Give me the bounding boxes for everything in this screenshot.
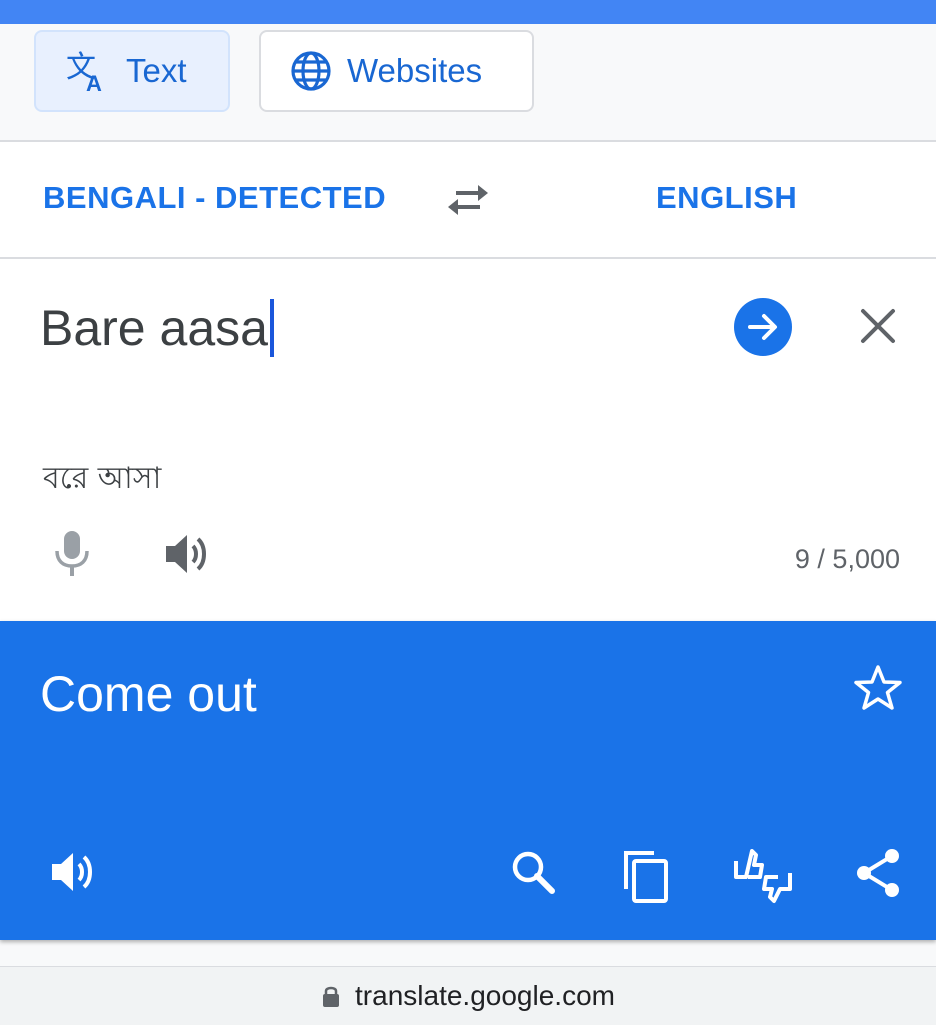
translate-go-button[interactable]	[734, 298, 792, 356]
swap-icon	[448, 185, 488, 215]
browser-url-bar[interactable]: translate.google.com	[0, 966, 936, 1025]
speaker-icon	[52, 853, 92, 891]
mic-icon	[55, 531, 89, 576]
translation-result-panel: Come out	[0, 621, 936, 940]
websites-mode-button[interactable]: Websites	[259, 30, 534, 112]
swap-languages-button[interactable]	[444, 178, 492, 222]
share-button[interactable]	[854, 847, 904, 904]
close-icon	[861, 309, 895, 343]
text-mode-button[interactable]: 文 A Text	[34, 30, 230, 112]
share-icon	[857, 849, 899, 897]
source-listen-button[interactable]	[162, 531, 212, 582]
source-text-value: Bare aasa	[40, 300, 268, 356]
character-counter: 9 / 5,000	[794, 544, 900, 574]
microphone-button[interactable]	[50, 529, 94, 584]
text-caret	[269, 299, 274, 357]
url-text: translate.google.com	[355, 980, 615, 1011]
arrow-right-icon	[748, 314, 777, 340]
svg-text:A: A	[86, 71, 102, 93]
target-language-button[interactable]: ENGLISH	[656, 180, 797, 216]
speaker-icon	[166, 535, 206, 573]
star-icon	[854, 665, 902, 710]
search-button[interactable]	[508, 847, 558, 902]
globe-icon	[289, 49, 333, 93]
top-accent-strip	[0, 0, 936, 24]
source-language-button[interactable]: BENGALI - DETECTED	[43, 180, 386, 216]
source-input-panel: Bare aasa বরে আসা 9 / 5,000	[0, 259, 936, 621]
text-mode-label: Text	[126, 52, 187, 89]
save-translation-button[interactable]	[852, 663, 904, 718]
feedback-icon	[734, 849, 792, 903]
websites-mode-label: Websites	[347, 52, 483, 89]
lock-icon	[323, 986, 340, 1007]
transliteration-text: বরে আসা	[43, 461, 162, 496]
translate-icon: 文 A	[64, 49, 112, 93]
source-text-input[interactable]: Bare aasa	[40, 299, 274, 357]
language-bar: BENGALI - DETECTED ENGLISH	[0, 142, 936, 259]
copy-icon	[624, 851, 668, 903]
search-icon	[512, 851, 555, 894]
copy-button[interactable]	[620, 847, 674, 910]
mode-bar: 文 A Text Websites	[0, 24, 936, 142]
translation-text: Come out	[40, 666, 257, 722]
translation-listen-button[interactable]	[48, 847, 98, 902]
clear-input-button[interactable]	[856, 304, 900, 348]
feedback-button[interactable]	[732, 847, 794, 910]
